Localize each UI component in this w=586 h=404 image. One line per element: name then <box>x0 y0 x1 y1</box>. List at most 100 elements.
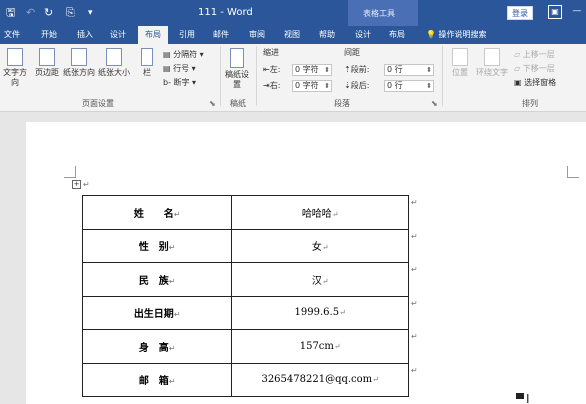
document-title: 111 - Word <box>198 7 253 18</box>
table-cell-label[interactable]: 性 别↵ <box>81 228 233 263</box>
tab-home[interactable]: 开始 <box>36 26 62 44</box>
table-cell-label[interactable]: 出生日期↵ <box>81 295 233 330</box>
indent-left-label: ⇤左: <box>263 64 280 76</box>
end-of-row-mark: ↵ <box>411 332 418 341</box>
tab-file[interactable]: 文件 <box>0 26 24 44</box>
tab-table-design[interactable]: 设计 <box>350 26 376 44</box>
table-row: 性 别↵ 女↵ <box>81 228 409 263</box>
indent-right-icon: ⇥ <box>263 81 270 90</box>
cell-text: 1999.6.5 <box>294 307 340 319</box>
tab-references[interactable]: 引用 <box>174 26 200 44</box>
tab-layout[interactable]: 布局 <box>138 26 168 44</box>
paragraph-mark: ↵ <box>321 276 329 286</box>
bring-forward-label: 上移一层 <box>522 50 555 59</box>
hyphenation-button[interactable]: b- 断字 ▾ <box>163 77 196 89</box>
format-painter-icon[interactable]: ⎘ <box>66 6 75 20</box>
send-backward-button[interactable]: ▱ 下移一层 <box>514 63 555 75</box>
position-button[interactable]: 位置 <box>448 48 472 78</box>
indent-right-label: ⇥右: <box>263 80 280 92</box>
spacing-after-input[interactable]: 0 行 <box>384 80 434 92</box>
group-label-paragraph: 段落 <box>334 99 350 108</box>
table-cell-label[interactable]: 邮 箱↵ <box>81 362 233 397</box>
size-button[interactable]: 纸张大小 <box>97 48 131 78</box>
margins-button[interactable]: 页边距 <box>33 48 61 78</box>
customize-toolbar-icon[interactable]: ▾ <box>88 6 93 20</box>
tab-table-layout[interactable]: 布局 <box>384 26 410 44</box>
breaks-button[interactable]: ▤ 分隔符 ▾ <box>163 49 204 61</box>
cell-text: 身 高 <box>138 342 169 354</box>
paper-size-icon <box>106 48 122 66</box>
paragraph-mark: ↵ <box>168 276 176 286</box>
table-cell-value[interactable]: 157cm↵ <box>231 329 409 364</box>
tab-design[interactable]: 设计 <box>105 26 131 44</box>
tab-review[interactable]: 审阅 <box>244 26 270 44</box>
columns-icon <box>141 48 153 66</box>
margin-corner-mark <box>567 166 579 178</box>
separator <box>442 46 443 106</box>
end-of-row-mark: ↵ <box>411 265 418 274</box>
line-numbers-button[interactable]: ▤ 行号 ▾ <box>163 63 196 75</box>
table-cell-value[interactable]: 1999.6.5↵ <box>231 295 409 330</box>
send-backward-label: 下移一层 <box>522 64 555 73</box>
tab-insert[interactable]: 插入 <box>72 26 98 44</box>
columns-label: 栏 <box>143 68 151 77</box>
wrap-text-button[interactable]: 环绕文字 <box>474 48 510 78</box>
table-move-handle[interactable]: + <box>72 180 81 189</box>
columns-button[interactable]: 栏 <box>137 48 157 78</box>
spacing-before-input[interactable]: 0 行 <box>384 64 434 76</box>
tell-me-search[interactable]: 💡 操作说明搜索 <box>426 26 487 44</box>
table-cell-label[interactable]: 民 族↵ <box>81 262 233 297</box>
cell-text: 3265478221@qq.com <box>261 374 373 386</box>
paragraph-mark: ↵ <box>173 310 181 320</box>
table-row: 身 高↵ 157cm↵ <box>81 329 409 364</box>
paragraph-mark: ↵ <box>168 243 176 253</box>
spacing-title: 间距 <box>344 48 360 57</box>
position-label: 位置 <box>452 68 468 77</box>
table-cell-value[interactable]: 3265478221@qq.com↵ <box>231 362 409 397</box>
draft-settings-label: 稿纸设置 <box>225 70 249 89</box>
table-row: 姓 名↵ 哈哈哈↵ <box>81 195 409 230</box>
selection-pane-button[interactable]: ▣ 选择窗格 <box>514 77 556 89</box>
paragraph-mark: ↵ <box>372 375 379 385</box>
page-setup-launcher-icon[interactable]: ⬊ <box>209 98 216 110</box>
text-direction-button[interactable]: 文字方向 <box>0 48 30 88</box>
paragraph-mark: ↵ <box>333 341 341 351</box>
title-bar: 🖫 ↶ ↻ ⎘ ▾ 111 - Word 表格工具 登录 ▣ — <box>0 0 586 26</box>
ribbon-display-options-icon[interactable]: ▣ <box>548 5 562 19</box>
redo-icon[interactable]: ↻ <box>44 6 53 20</box>
minimize-icon[interactable]: — <box>570 5 584 19</box>
table-cell-label[interactable]: 身 高↵ <box>81 329 233 364</box>
position-icon <box>452 48 468 66</box>
table-cell-value[interactable]: 哈哈哈↵ <box>231 195 409 230</box>
margins-icon <box>39 48 55 66</box>
context-group-table-tools: 表格工具 <box>348 0 418 26</box>
tab-help[interactable]: 帮助 <box>314 26 340 44</box>
table-cell-label[interactable]: 姓 名↵ <box>81 195 233 230</box>
ribbon-tabs: 文件 开始 插入 设计 布局 引用 邮件 审阅 视图 帮助 设计 布局 💡 操作… <box>0 26 586 44</box>
paragraph-mark: ↵ <box>331 209 339 219</box>
table-cell-value[interactable]: 汉↵ <box>231 262 409 297</box>
tab-view[interactable]: 视图 <box>279 26 305 44</box>
table-cell-value[interactable]: 女↵ <box>231 228 409 263</box>
indent-left-text: 左: <box>269 65 281 74</box>
margin-corner-mark <box>64 166 76 178</box>
undo-icon[interactable]: ↶ <box>26 6 35 20</box>
paragraph-launcher-icon[interactable]: ⬊ <box>431 98 438 110</box>
save-icon[interactable]: 🖫 <box>6 6 15 20</box>
orientation-icon <box>71 48 87 66</box>
tab-mailings[interactable]: 邮件 <box>208 26 234 44</box>
document-area[interactable]: + ↵ 姓 名↵ 哈哈哈↵ 性 别↵ 女↵ 民 族↵ 汉↵ 出生日期↵ 1999… <box>0 112 586 404</box>
indent-left-input[interactable]: 0 字符 <box>292 64 332 76</box>
spacing-after-text: 段后: <box>350 81 370 90</box>
login-button[interactable]: 登录 <box>507 6 533 20</box>
cell-text: 性 别 <box>138 242 169 254</box>
cell-text: 157cm <box>299 340 334 352</box>
indent-right-input[interactable]: 0 字符 <box>292 80 332 92</box>
document-page[interactable]: + ↵ 姓 名↵ 哈哈哈↵ 性 别↵ 女↵ 民 族↵ 汉↵ 出生日期↵ 1999… <box>26 122 586 404</box>
table-resize-handle[interactable] <box>516 393 524 399</box>
draft-settings-button[interactable]: 稿纸设置 <box>224 48 250 90</box>
spacing-before-label: ⇡段前: <box>344 64 369 76</box>
bring-forward-button[interactable]: ▱ 上移一层 <box>514 49 555 61</box>
text-direction-label: 文字方向 <box>3 68 27 87</box>
orientation-button[interactable]: 纸张方向 <box>62 48 96 78</box>
